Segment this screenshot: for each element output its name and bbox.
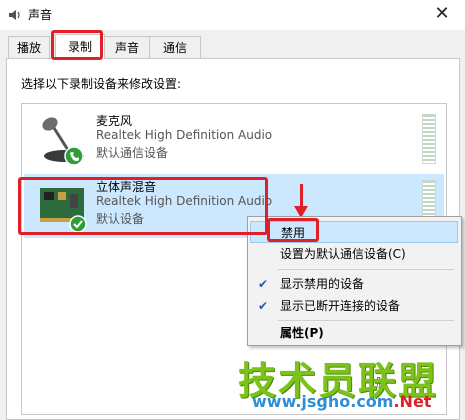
tab-playback[interactable]: 播放 (8, 36, 50, 59)
menu-separator (278, 320, 454, 321)
menu-item-label: 属性(P) (280, 326, 324, 340)
title-bar: 声音 ✕ (0, 0, 465, 30)
check-icon: ✔ (258, 299, 269, 313)
watermark-url-main: www.jsgho.com (252, 392, 394, 411)
highlight-recording-tab (51, 30, 103, 60)
tab-communications[interactable]: 通信 (149, 36, 201, 59)
watermark-url-tld: .Net (393, 392, 432, 411)
menu-item-properties[interactable]: 属性(P) (250, 322, 458, 344)
menu-item-show-disabled[interactable]: ✔ 显示禁用的设备 (250, 273, 458, 295)
watermark: 技术员联盟 www.jsgho.com.Net (238, 350, 465, 411)
window-title: 声音 (28, 8, 53, 22)
menu-item-label: 显示已断开连接的设备 (280, 299, 401, 313)
menu-item-set-default-comm[interactable]: 设置为默认通信设备(C) (250, 243, 458, 265)
instruction-text: 选择以下录制设备来修改设置: (21, 77, 182, 91)
menu-item-label: 显示禁用的设备 (280, 277, 365, 291)
check-icon: ✔ (258, 277, 269, 291)
watermark-url: www.jsgho.com.Net (252, 392, 431, 411)
device-name: 麦克风 (96, 114, 133, 128)
menu-separator (278, 269, 454, 270)
close-button[interactable]: ✕ (419, 0, 465, 30)
device-item-microphone[interactable]: 麦克风 Realtek High Definition Audio 默认通信设备 (24, 108, 444, 172)
tab-sounds[interactable]: 声音 (104, 36, 150, 59)
menu-item-show-disconnected[interactable]: ✔ 显示已断开连接的设备 (250, 295, 458, 317)
device-driver: Realtek High Definition Audio (96, 128, 273, 142)
device-status: 默认通信设备 (96, 146, 169, 160)
microphone-icon (42, 117, 84, 166)
speaker-icon (9, 10, 20, 20)
highlight-disable-item (267, 218, 319, 242)
highlight-stereo-mix (18, 177, 268, 235)
level-meter (422, 114, 436, 164)
menu-item-label: 设置为默认通信设备(C) (280, 247, 406, 261)
